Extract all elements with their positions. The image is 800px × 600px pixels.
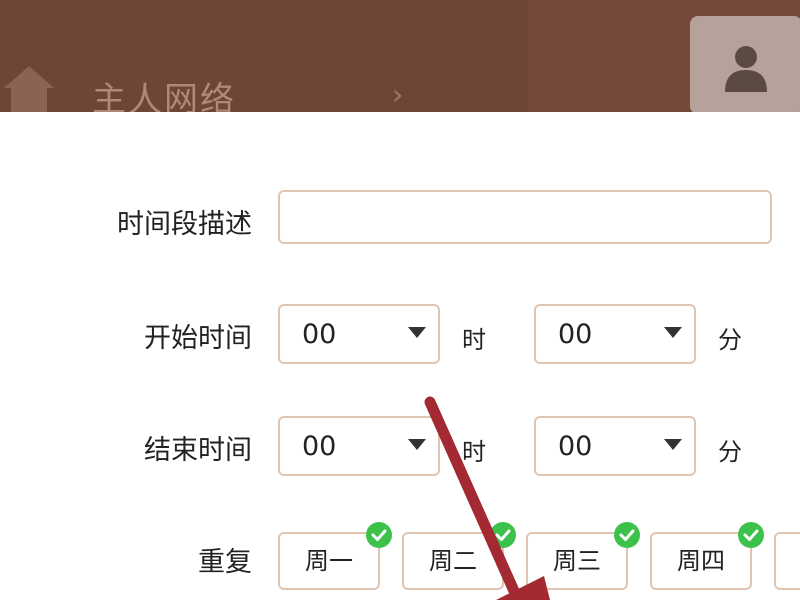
repeat-label: 重复 xyxy=(198,547,252,578)
start-time-label: 开始时间 xyxy=(144,323,252,354)
repeat-day-tue[interactable]: 周二 xyxy=(402,522,516,590)
repeat-day-thu[interactable]: 周四 xyxy=(650,522,764,590)
description-label: 时间段描述 xyxy=(117,209,252,240)
chevron-right-icon: › xyxy=(392,78,404,111)
start-hour-select[interactable]: 00 xyxy=(278,304,440,364)
day-label: 周一 xyxy=(305,547,353,575)
page-title: 主人网络 xyxy=(92,80,236,112)
end-hour-select[interactable]: 00 xyxy=(278,416,440,476)
end-minute-unit: 分 xyxy=(718,438,742,466)
caret-down-icon xyxy=(408,327,426,338)
checkmark-icon xyxy=(614,522,640,548)
end-hour-unit: 时 xyxy=(462,438,486,466)
checkmark-icon xyxy=(366,522,392,548)
start-hour-value: 00 xyxy=(302,319,337,350)
caret-down-icon xyxy=(408,439,426,450)
description-input[interactable] xyxy=(278,190,772,244)
user-icon xyxy=(725,46,767,92)
caret-down-icon xyxy=(664,439,682,450)
repeat-day-mon[interactable]: 周一 xyxy=(278,522,392,590)
repeat-day-next[interactable] xyxy=(774,532,800,590)
user-avatar-button[interactable] xyxy=(690,16,800,112)
end-time-label: 结束时间 xyxy=(144,435,252,466)
repeat-day-wed[interactable]: 周三 xyxy=(526,522,640,590)
day-label: 周四 xyxy=(677,547,725,575)
end-minute-value: 00 xyxy=(558,431,593,462)
day-label: 周二 xyxy=(429,547,477,575)
start-hour-unit: 时 xyxy=(462,326,486,354)
checkmark-icon xyxy=(490,522,516,548)
start-minute-unit: 分 xyxy=(718,326,742,354)
start-minute-select[interactable]: 00 xyxy=(534,304,696,364)
home-icon[interactable] xyxy=(2,62,56,112)
caret-down-icon xyxy=(664,327,682,338)
time-period-dialog: 时间段描述 开始时间 00 时 00 分 结束时间 00 时 00 分 重复 周… xyxy=(0,112,800,600)
checkmark-icon xyxy=(738,522,764,548)
start-minute-value: 00 xyxy=(558,319,593,350)
header-backdrop: 主人网络 › xyxy=(0,0,800,112)
end-hour-value: 00 xyxy=(302,431,337,462)
end-minute-select[interactable]: 00 xyxy=(534,416,696,476)
day-label: 周三 xyxy=(553,547,601,575)
